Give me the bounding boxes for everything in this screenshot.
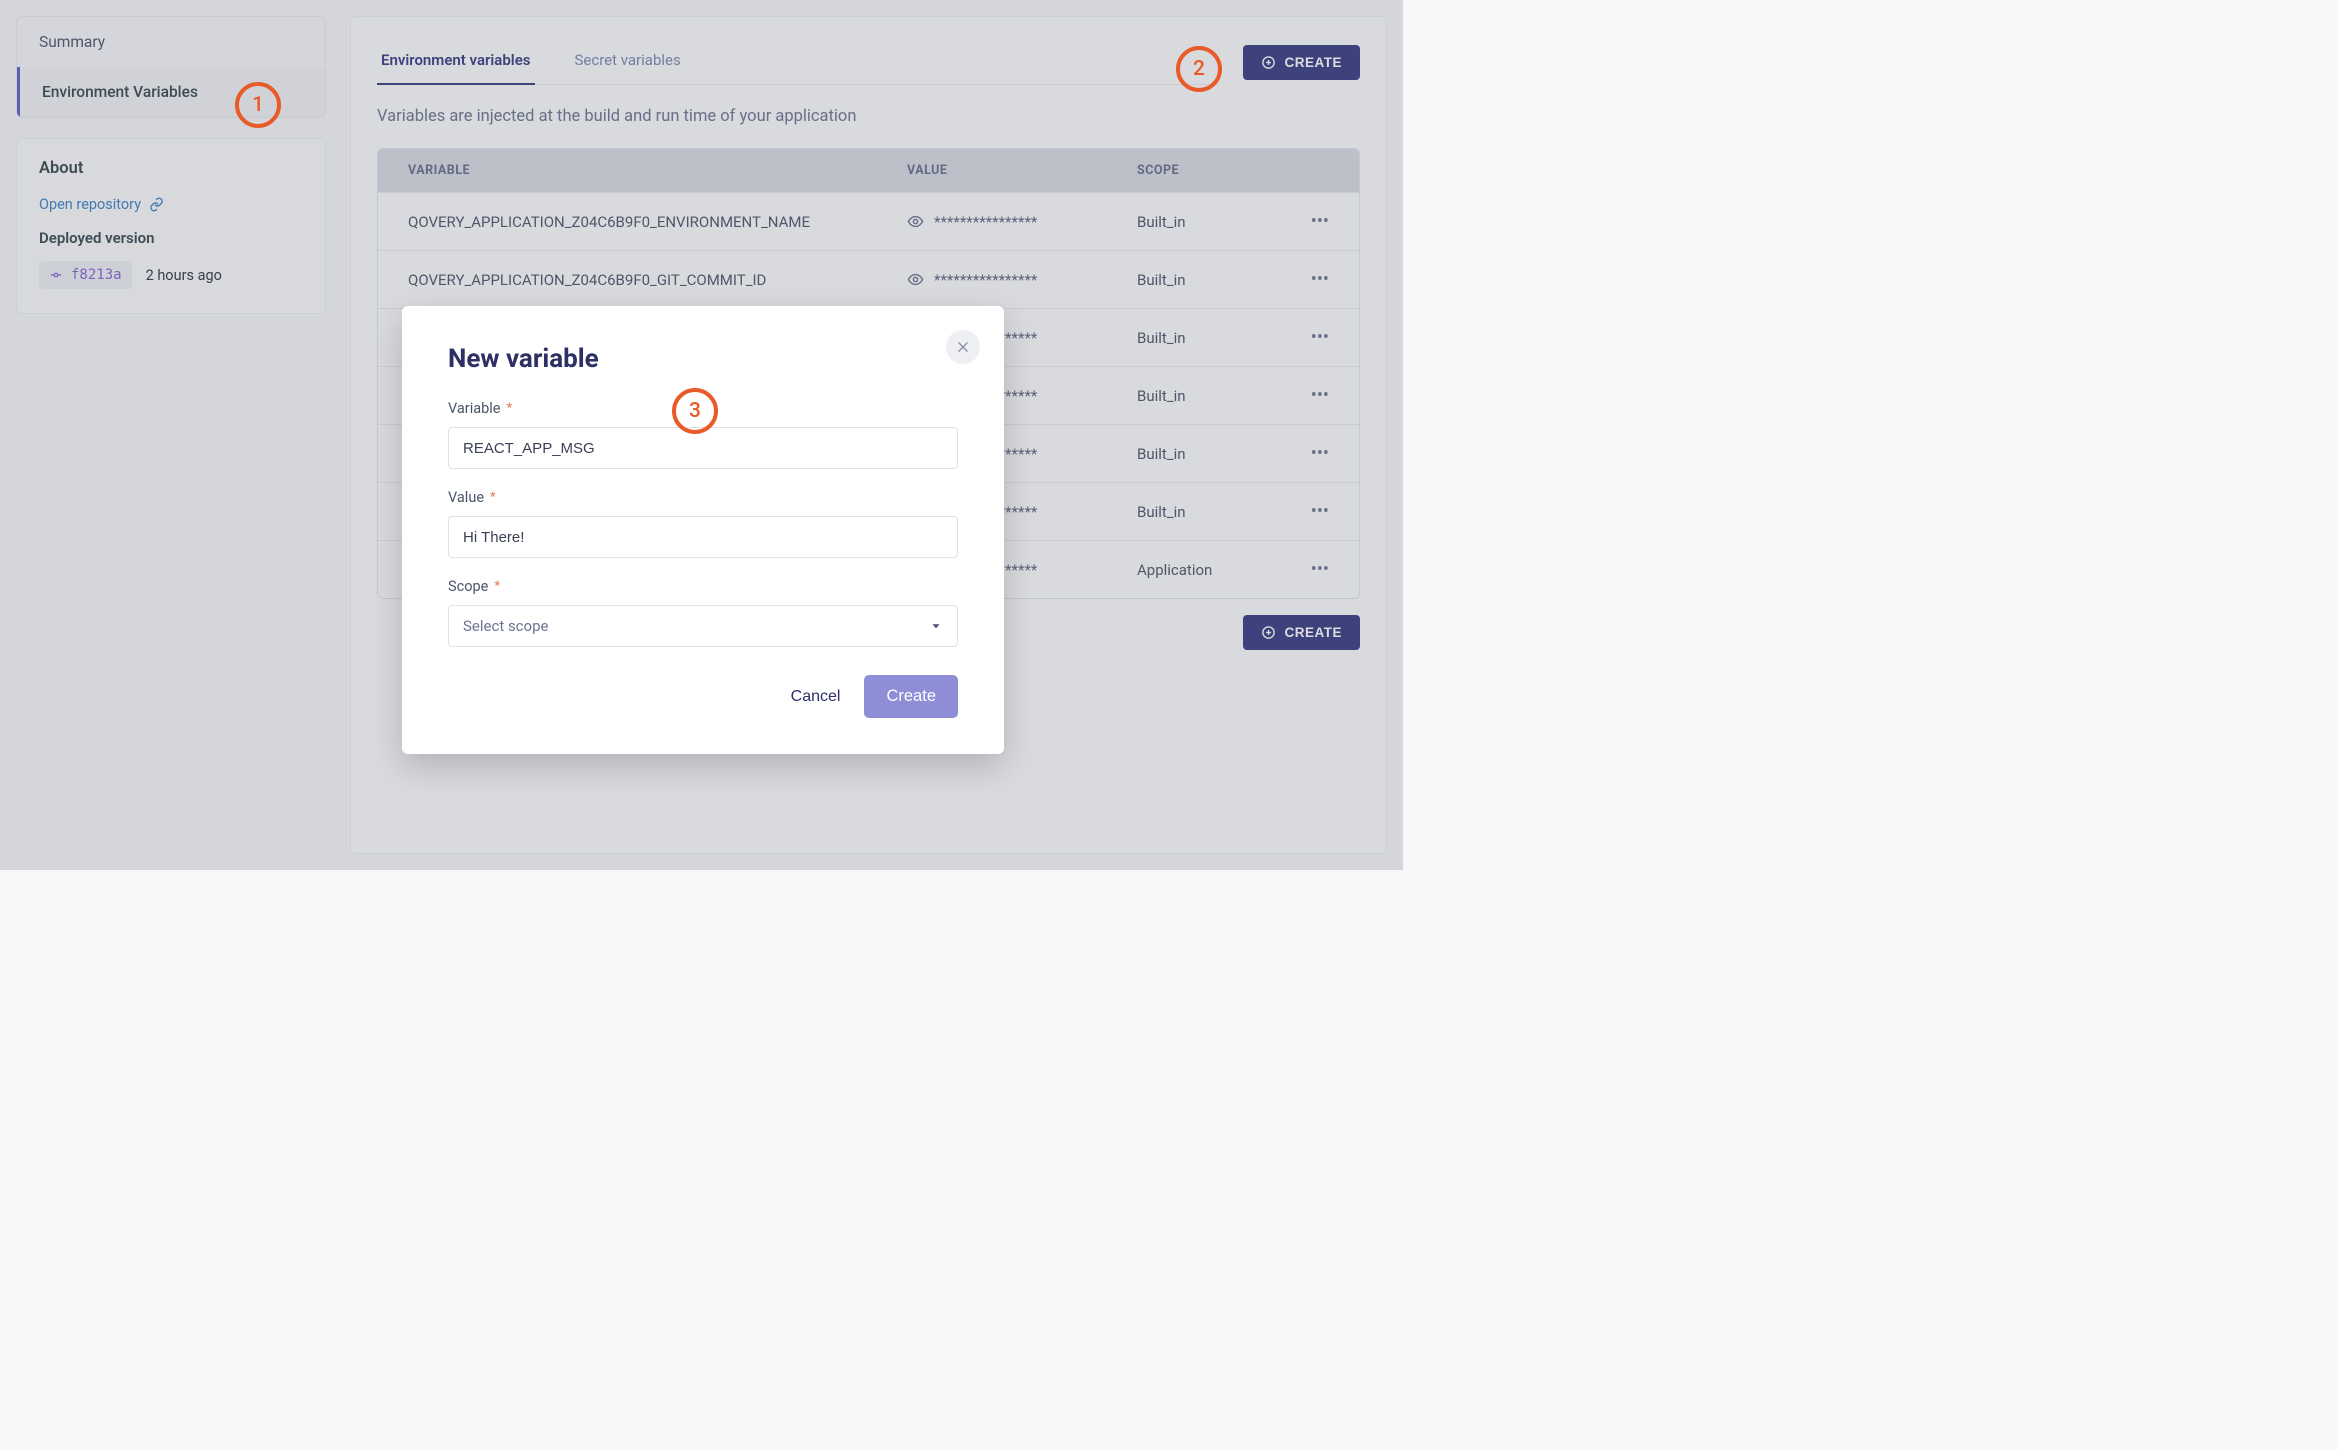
header-variable: VARIABLE (408, 163, 907, 178)
open-repository-label: Open repository (39, 196, 141, 213)
eye-icon[interactable] (907, 213, 924, 230)
required-indicator: * (494, 579, 500, 594)
create-button-bottom[interactable]: Create (1243, 615, 1360, 650)
commit-badge[interactable]: f8213a (39, 261, 132, 289)
commit-hash: f8213a (71, 267, 122, 283)
deployed-version-title: Deployed version (39, 229, 303, 247)
scope-cell: Built_in (1137, 445, 1277, 463)
modal-close-button[interactable] (946, 330, 980, 364)
scope-select[interactable]: Select scope (448, 605, 958, 647)
variable-field-label: Variable (448, 400, 500, 417)
commit-icon (49, 268, 63, 282)
table-header: VARIABLE VALUE SCOPE (378, 149, 1359, 192)
close-icon (956, 340, 970, 354)
value-field[interactable] (448, 516, 958, 558)
sidebar-item-summary[interactable]: Summary (17, 17, 325, 67)
caret-down-icon (929, 619, 943, 633)
new-variable-modal: New variable Variable * Value * Scope * … (402, 306, 1004, 754)
scope-cell: Built_in (1137, 271, 1277, 289)
annotation-1: 1 (235, 82, 281, 128)
masked-value: **************** (934, 213, 1037, 231)
create-button-top[interactable]: Create (1243, 45, 1360, 80)
scope-cell: Built_in (1137, 503, 1277, 521)
required-indicator: * (506, 401, 512, 416)
value-cell: **************** (907, 213, 1137, 231)
variable-name-cell: QOVERY_APPLICATION_Z04C6B9F0_GIT_COMMIT_… (408, 271, 907, 289)
required-indicator: * (490, 490, 496, 505)
scope-cell: Built_in (1137, 213, 1277, 231)
link-icon (149, 197, 164, 212)
tab-secret-variables[interactable]: Secret variables (571, 39, 685, 85)
commit-time: 2 hours ago (146, 267, 222, 284)
tab-bar: Environment variables Secret variables (377, 39, 1219, 85)
create-button-label: Create (1284, 625, 1342, 640)
scope-field-label: Scope (448, 578, 488, 595)
scope-cell: Built_in (1137, 387, 1277, 405)
scope-cell: Built_in (1137, 329, 1277, 347)
header-scope: SCOPE (1137, 163, 1277, 178)
about-card: About Open repository Deployed version f… (16, 138, 326, 314)
value-cell: **************** (907, 271, 1137, 289)
submit-create-button[interactable]: Create (864, 675, 958, 718)
table-row: QOVERY_APPLICATION_Z04C6B9F0_ENVIRONMENT… (378, 192, 1359, 250)
scope-cell: Application (1137, 561, 1277, 579)
variable-field[interactable] (448, 427, 958, 469)
row-actions-menu[interactable]: ••• (1277, 269, 1329, 290)
open-repository-link[interactable]: Open repository (39, 196, 164, 213)
cancel-button[interactable]: Cancel (791, 688, 841, 706)
annotation-3: 3 (672, 388, 718, 434)
create-button-label: Create (1284, 55, 1342, 70)
row-actions-menu[interactable]: ••• (1277, 501, 1329, 522)
row-actions-menu[interactable]: ••• (1277, 559, 1329, 580)
variable-name-cell: QOVERY_APPLICATION_Z04C6B9F0_ENVIRONMENT… (408, 213, 907, 231)
plus-circle-icon (1261, 55, 1276, 70)
row-actions-menu[interactable]: ••• (1277, 211, 1329, 232)
tab-env-variables[interactable]: Environment variables (377, 39, 535, 85)
annotation-2: 2 (1176, 46, 1222, 92)
table-row: QOVERY_APPLICATION_Z04C6B9F0_GIT_COMMIT_… (378, 250, 1359, 308)
masked-value: **************** (934, 271, 1037, 289)
about-title: About (39, 159, 303, 178)
header-value: VALUE (907, 163, 1137, 178)
row-actions-menu[interactable]: ••• (1277, 385, 1329, 406)
page-subtitle: Variables are injected at the build and … (377, 107, 1360, 126)
row-actions-menu[interactable]: ••• (1277, 443, 1329, 464)
value-field-label: Value (448, 489, 484, 506)
plus-circle-icon (1261, 625, 1276, 640)
eye-icon[interactable] (907, 271, 924, 288)
row-actions-menu[interactable]: ••• (1277, 327, 1329, 348)
scope-select-placeholder: Select scope (463, 617, 548, 635)
modal-title: New variable (448, 344, 958, 374)
